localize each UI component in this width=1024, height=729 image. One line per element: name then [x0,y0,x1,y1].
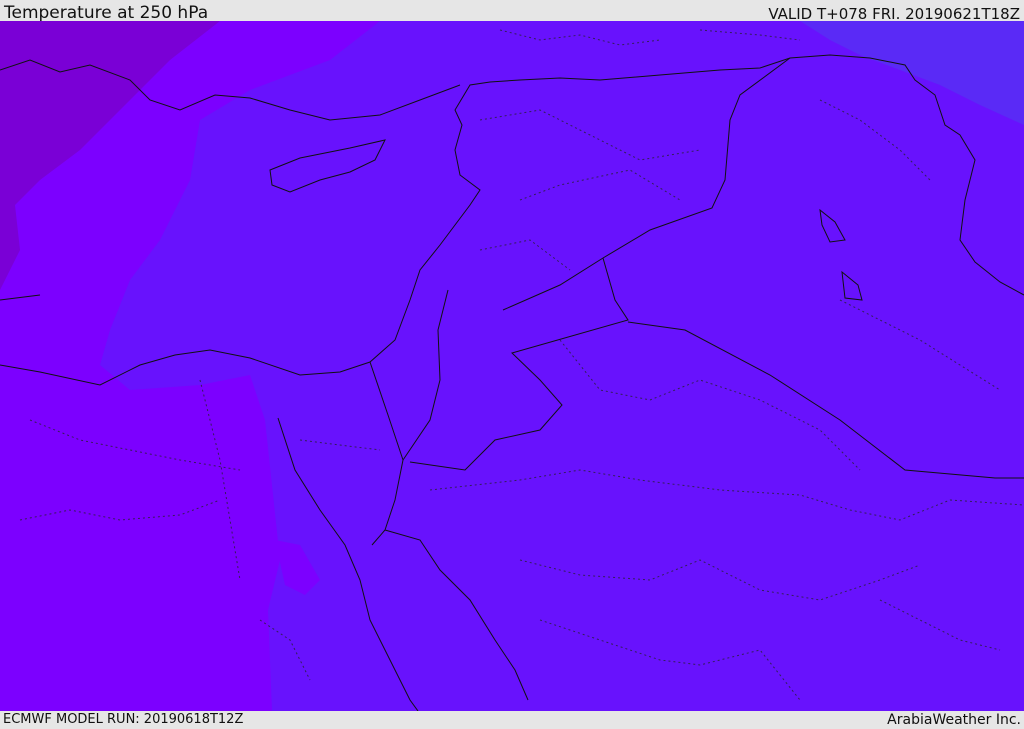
model-run: ECMWF MODEL RUN: 20190618T12Z [3,712,244,727]
header-bar: Temperature at 250 hPa VALID T+078 FRI. … [0,0,1024,23]
map-canvas [0,21,1024,711]
weather-map[interactable] [0,21,1024,711]
map-title: Temperature at 250 hPa [4,3,209,23]
footer-bar: ECMWF MODEL RUN: 20190618T12Z ArabiaWeat… [0,711,1024,729]
credit: ArabiaWeather Inc. [887,712,1021,728]
